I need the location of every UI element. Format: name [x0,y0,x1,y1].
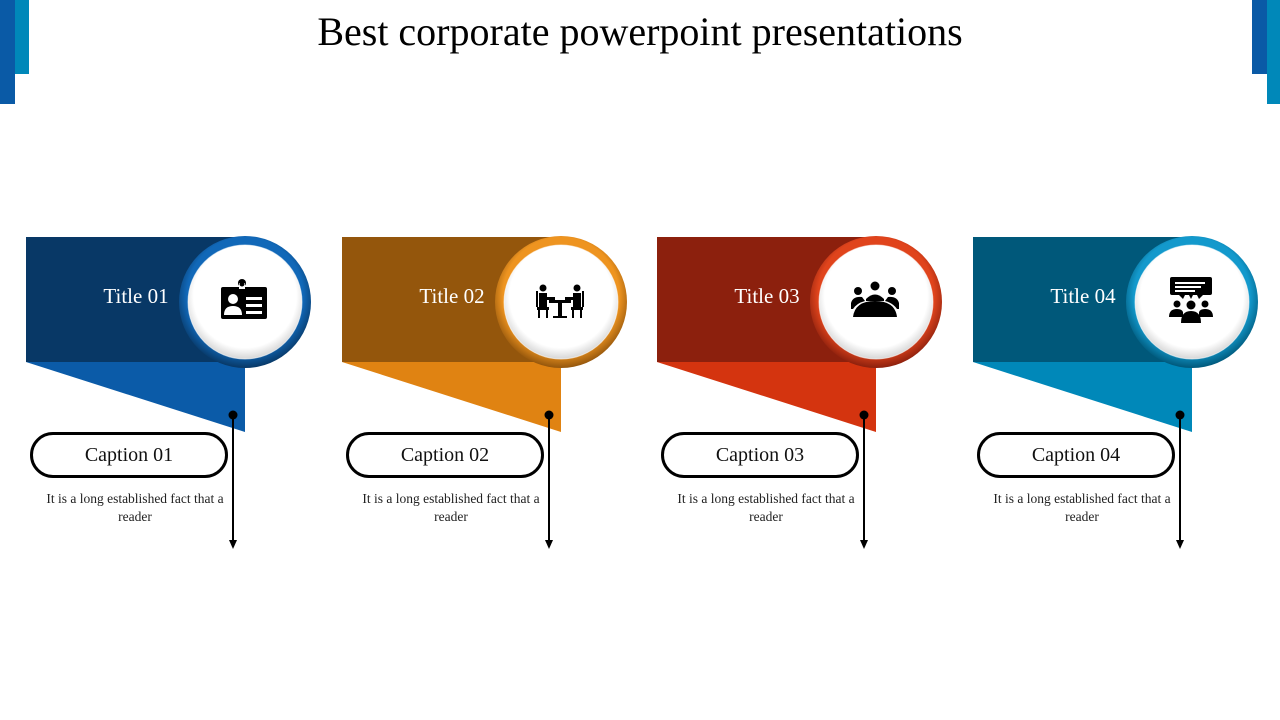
step-card-4: Title 04 Caption 04 It is a long establi… [973,0,1273,720]
step-card-1: Title 01 Caption 01 It is a long establi… [26,0,326,720]
step-card-3: Title 03 Caption 03 It is a long establi… [657,0,957,720]
caption-pill: Caption 01 [30,432,228,478]
card-title: Title 02 [419,284,485,308]
card-description: It is a long established fact that a rea… [677,491,855,524]
caption-pill: Caption 04 [977,432,1175,478]
arrow-head [1176,540,1184,549]
arrow-head [545,540,553,549]
card-title: Title 04 [1050,284,1116,308]
card-tail [657,362,876,432]
presentation-audience-icon [1165,277,1217,325]
card-tail [26,362,245,432]
card-title: Title 01 [103,284,169,308]
card-description: It is a long established fact that a rea… [46,491,224,524]
card-title: Title 03 [734,284,800,308]
step-card-2: Title 02 Caption 02 It is a long establi… [342,0,642,720]
meeting-table-icon [534,277,586,325]
caption-pill: Caption 02 [346,432,544,478]
card-tail [973,362,1192,432]
conference-group-icon [849,277,901,325]
id-badge-icon [218,277,270,325]
card-description: It is a long established fact that a rea… [993,491,1171,524]
card-shapes [973,236,1258,549]
card-shapes [657,236,942,549]
arrow-head [229,540,237,549]
card-shapes [342,236,627,549]
card-shapes [26,236,311,549]
arrow-head [860,540,868,549]
card-description: It is a long established fact that a rea… [362,491,540,524]
caption-pill: Caption 03 [661,432,859,478]
card-tail [342,362,561,432]
